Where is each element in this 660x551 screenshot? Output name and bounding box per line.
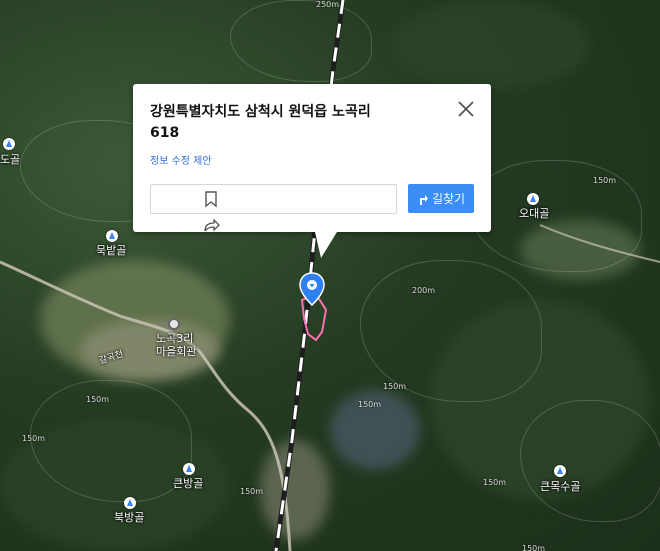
mountain-icon — [3, 138, 15, 150]
road — [0, 260, 292, 551]
mountain-icon — [106, 230, 118, 242]
address-number: 618 — [150, 125, 180, 141]
place-label: 묵밭골 — [96, 244, 127, 257]
elevation-label: 150m — [522, 544, 546, 551]
share-icon[interactable] — [201, 219, 221, 233]
elevation-label: 150m — [240, 487, 264, 496]
location-info-popup: 강원특별자치도 삼척시 원덕읍 노곡리 618 정보 수정 제안 길찾기 — [133, 84, 491, 258]
place-label: 큰목수골 — [540, 480, 581, 493]
place-label: 북방골 — [114, 511, 145, 524]
suggest-edit-link[interactable]: 정보 수정 제안 — [150, 152, 212, 167]
location-pin-icon[interactable] — [299, 272, 325, 306]
directions-icon — [419, 194, 428, 205]
mountain-icon — [183, 463, 195, 475]
place-label: 노곡3리 — [156, 332, 194, 345]
address-line: 강원특별자치도 삼척시 원덕읍 노곡리 — [150, 104, 371, 120]
satellite-map[interactable]: 250m 150m 200m 150m 150m 150m 150m 150m … — [0, 0, 660, 551]
place-label: 도골 — [0, 153, 21, 166]
elevation-label: 200m — [412, 286, 436, 295]
mountain-icon — [527, 193, 539, 205]
elevation-label: 250m — [316, 0, 340, 9]
elevation-label: 150m — [358, 400, 382, 409]
road — [539, 224, 660, 263]
place-label: 오대골 — [519, 207, 550, 220]
action-bar — [150, 184, 397, 232]
place-label: 마을회관 — [156, 345, 197, 358]
close-icon[interactable] — [455, 98, 477, 120]
elevation-label: 150m — [86, 395, 110, 404]
mountain-icon — [124, 497, 136, 509]
elevation-label: 150m — [593, 176, 617, 185]
bookmark-icon[interactable] — [201, 189, 221, 209]
elevation-label: 150m — [383, 382, 407, 391]
address-title: 강원특별자치도 삼척시 원덕읍 노곡리 618 — [150, 102, 440, 144]
mountain-icon — [554, 465, 566, 477]
place-label: 큰방골 — [173, 477, 204, 490]
directions-button[interactable]: 길찾기 — [408, 184, 474, 213]
elevation-label: 150m — [483, 478, 507, 487]
building-icon — [168, 318, 180, 330]
directions-label: 길찾기 — [431, 192, 466, 206]
elevation-label: 150m — [22, 434, 46, 443]
